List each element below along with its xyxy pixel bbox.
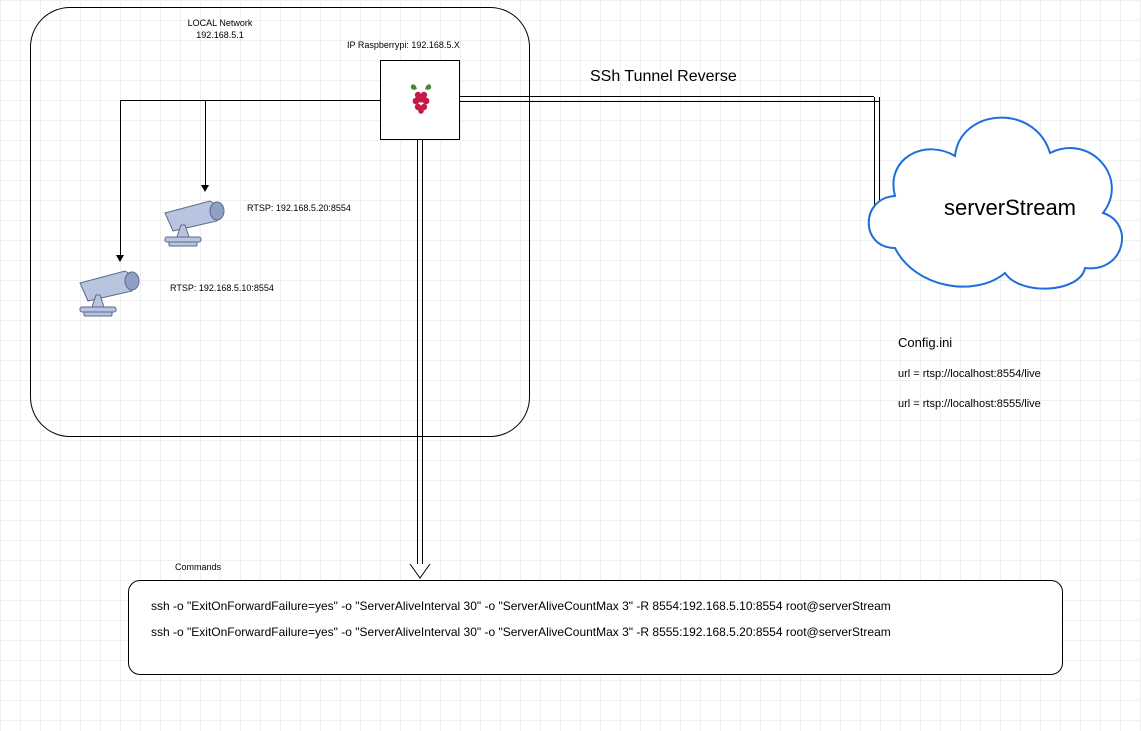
config-line-1: url = rtsp://localhost:8554/live <box>898 368 1041 380</box>
command-line-1: ssh -o "ExitOnForwardFailure=yes" -o "Se… <box>151 599 1040 613</box>
config-title: Config.ini <box>898 335 952 350</box>
command-line-2: ssh -o "ExitOnForwardFailure=yes" -o "Se… <box>151 625 1040 639</box>
camera-2 <box>70 265 150 325</box>
camera-1-label: RTSP: 192.168.5.20:8554 <box>247 203 351 215</box>
local-network-title: LOCAL Network 192.168.5.1 <box>155 18 285 41</box>
local-network-title-line1: LOCAL Network <box>188 18 253 28</box>
local-network-title-line2: 192.168.5.1 <box>196 30 244 40</box>
arrow-cam2 <box>116 255 124 262</box>
tunnel-h1 <box>460 96 880 102</box>
arrow-cam1 <box>201 185 209 192</box>
raspberry-icon <box>409 83 433 115</box>
cloud-label: serverStream <box>910 195 1110 221</box>
raspberry-box <box>380 60 460 140</box>
commands-box: ssh -o "ExitOnForwardFailure=yes" -o "Se… <box>128 580 1063 675</box>
tunnel-label: SSh Tunnel Reverse <box>590 68 737 86</box>
camera-1 <box>155 195 235 255</box>
commands-title: Commands <box>175 562 221 574</box>
connector-to-cam2-v <box>120 100 121 255</box>
camera-2-label: RTSP: 192.168.5.10:8554 <box>170 283 274 295</box>
pi-to-commands-v <box>417 140 423 564</box>
cloud-serverstream <box>855 78 1130 298</box>
config-line-2: url = rtsp://localhost:8555/live <box>898 398 1041 410</box>
connector-to-cam1-v <box>205 100 206 185</box>
raspberry-label: IP Raspberrypi: 192.168.5.X <box>347 40 460 52</box>
connector-pi-to-cams-h <box>120 100 380 101</box>
